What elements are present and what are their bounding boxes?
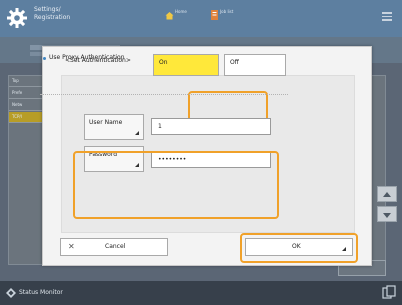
- app-top-bar: Settings/ Registration Home Job list: [0, 0, 402, 37]
- section-divider: [40, 94, 288, 95]
- list-item: Netw: [9, 100, 43, 111]
- proxy-auth-on-button[interactable]: On: [153, 54, 219, 76]
- bullet-icon: [43, 57, 46, 60]
- settings-gear-icon: [7, 8, 27, 28]
- arrow-down-icon: [383, 213, 391, 218]
- arrow-up-icon: [383, 192, 391, 197]
- app-title: Settings/: [34, 6, 61, 13]
- status-monitor-label[interactable]: Status Monitor: [19, 288, 63, 298]
- corner-triangle-icon: [135, 131, 139, 135]
- user-name-button[interactable]: User Name: [84, 114, 144, 140]
- user-name-label: User Name: [89, 119, 123, 126]
- cancel-button[interactable]: ✕ Cancel: [60, 238, 168, 256]
- ok-button-highlight: [240, 233, 358, 263]
- credentials-highlight: [73, 151, 279, 219]
- home-button-label: Home: [175, 9, 187, 14]
- home-icon: [165, 12, 174, 20]
- use-proxy-auth-label: Use Proxy Authentication: [49, 54, 125, 61]
- copy-icon[interactable]: [382, 285, 396, 299]
- proxy-auth-off-button[interactable]: Off: [224, 54, 286, 76]
- list-item: Top: [9, 76, 43, 87]
- scroll-up-button: [377, 186, 397, 202]
- user-name-field[interactable]: 1: [151, 118, 271, 135]
- job-list-button-label: Job list: [220, 9, 234, 14]
- list-item: Prefe: [9, 88, 43, 99]
- hamburger-menu-icon[interactable]: [382, 12, 392, 21]
- status-monitor-icon[interactable]: [6, 288, 16, 298]
- app-subtitle: Registration: [34, 14, 71, 21]
- list-item-selected: TCP/I: [9, 112, 43, 123]
- scroll-down-button: [377, 206, 397, 222]
- job-list-icon: [211, 10, 218, 20]
- status-bar: Status Monitor: [0, 281, 402, 305]
- home-button[interactable]: Home: [165, 9, 191, 24]
- job-list-button[interactable]: Job list: [210, 9, 236, 24]
- close-icon: ✕: [68, 242, 75, 251]
- cancel-button-label: Cancel: [105, 243, 126, 250]
